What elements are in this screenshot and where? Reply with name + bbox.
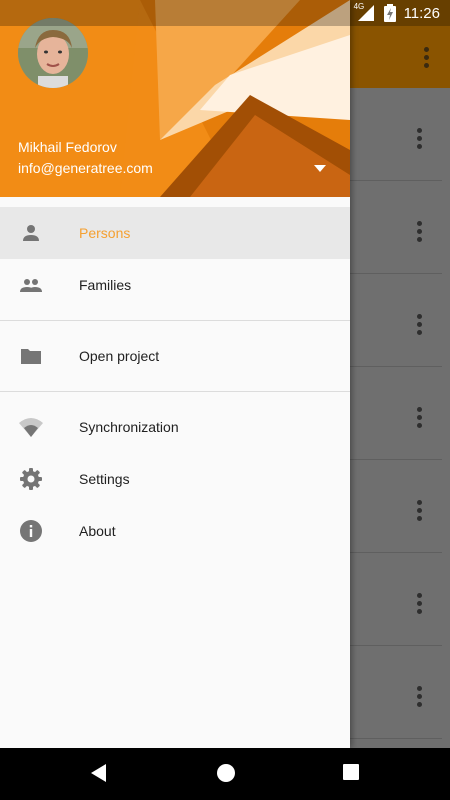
folder-icon [21,349,41,364]
user-name: Mikhail Fedorov [18,139,117,155]
drawer-header: Mikhail Fedorov info@generatree.com [0,0,350,197]
menu-item-synchronization[interactable]: Synchronization [0,401,350,453]
more-vert-icon[interactable] [416,500,422,521]
person-icon [23,225,39,241]
more-vert-icon[interactable] [416,593,422,614]
menu-item-persons[interactable]: Persons [0,207,350,259]
more-vert-icon[interactable] [416,314,422,335]
list-item[interactable] [350,274,442,367]
gear-icon [20,468,42,490]
menu-item-label: Families [79,277,132,293]
cell-signal-icon: 4G [354,2,376,22]
menu-item-label: Synchronization [79,419,179,435]
menu-item-families[interactable]: Families [0,259,350,311]
list-item[interactable] [350,88,442,181]
more-vert-icon[interactable] [416,128,422,149]
user-email: info@generatree.com [18,160,153,176]
clock: 11:26 [403,4,440,22]
drawer-menu: Persons Families Open project Synchroniz… [0,207,350,557]
wifi-icon [19,418,43,437]
info-icon [20,520,42,542]
list-item[interactable] [350,367,442,460]
list-item[interactable] [350,181,442,274]
divider [0,391,350,392]
more-vert-icon[interactable] [416,407,422,428]
menu-item-open-project[interactable]: Open project [0,330,350,382]
battery-charging-icon [383,4,396,22]
divider [0,320,350,321]
navigation-bar [0,748,450,800]
list-item[interactable] [350,646,442,739]
menu-item-label: About [79,523,116,539]
list-item[interactable] [350,553,442,646]
home-icon[interactable] [215,762,237,784]
menu-item-settings[interactable]: Settings [0,453,350,505]
menu-item-label: Open project [79,348,160,364]
avatar[interactable] [18,18,88,88]
menu-item-about[interactable]: About [0,505,350,557]
people-icon [20,279,42,292]
menu-item-label: Settings [79,471,130,487]
status-bar: 4G 11:26 [0,0,450,26]
menu-item-label: Persons [79,225,131,241]
overflow-menu-icon[interactable] [423,47,429,68]
more-vert-icon[interactable] [416,686,422,707]
recents-icon[interactable] [342,763,360,781]
navigation-drawer: Mikhail Fedorov info@generatree.com Pers… [0,0,350,748]
account-dropdown-icon[interactable] [312,162,328,174]
back-icon[interactable] [89,762,109,784]
more-vert-icon[interactable] [416,221,422,242]
list-item[interactable] [350,460,442,553]
